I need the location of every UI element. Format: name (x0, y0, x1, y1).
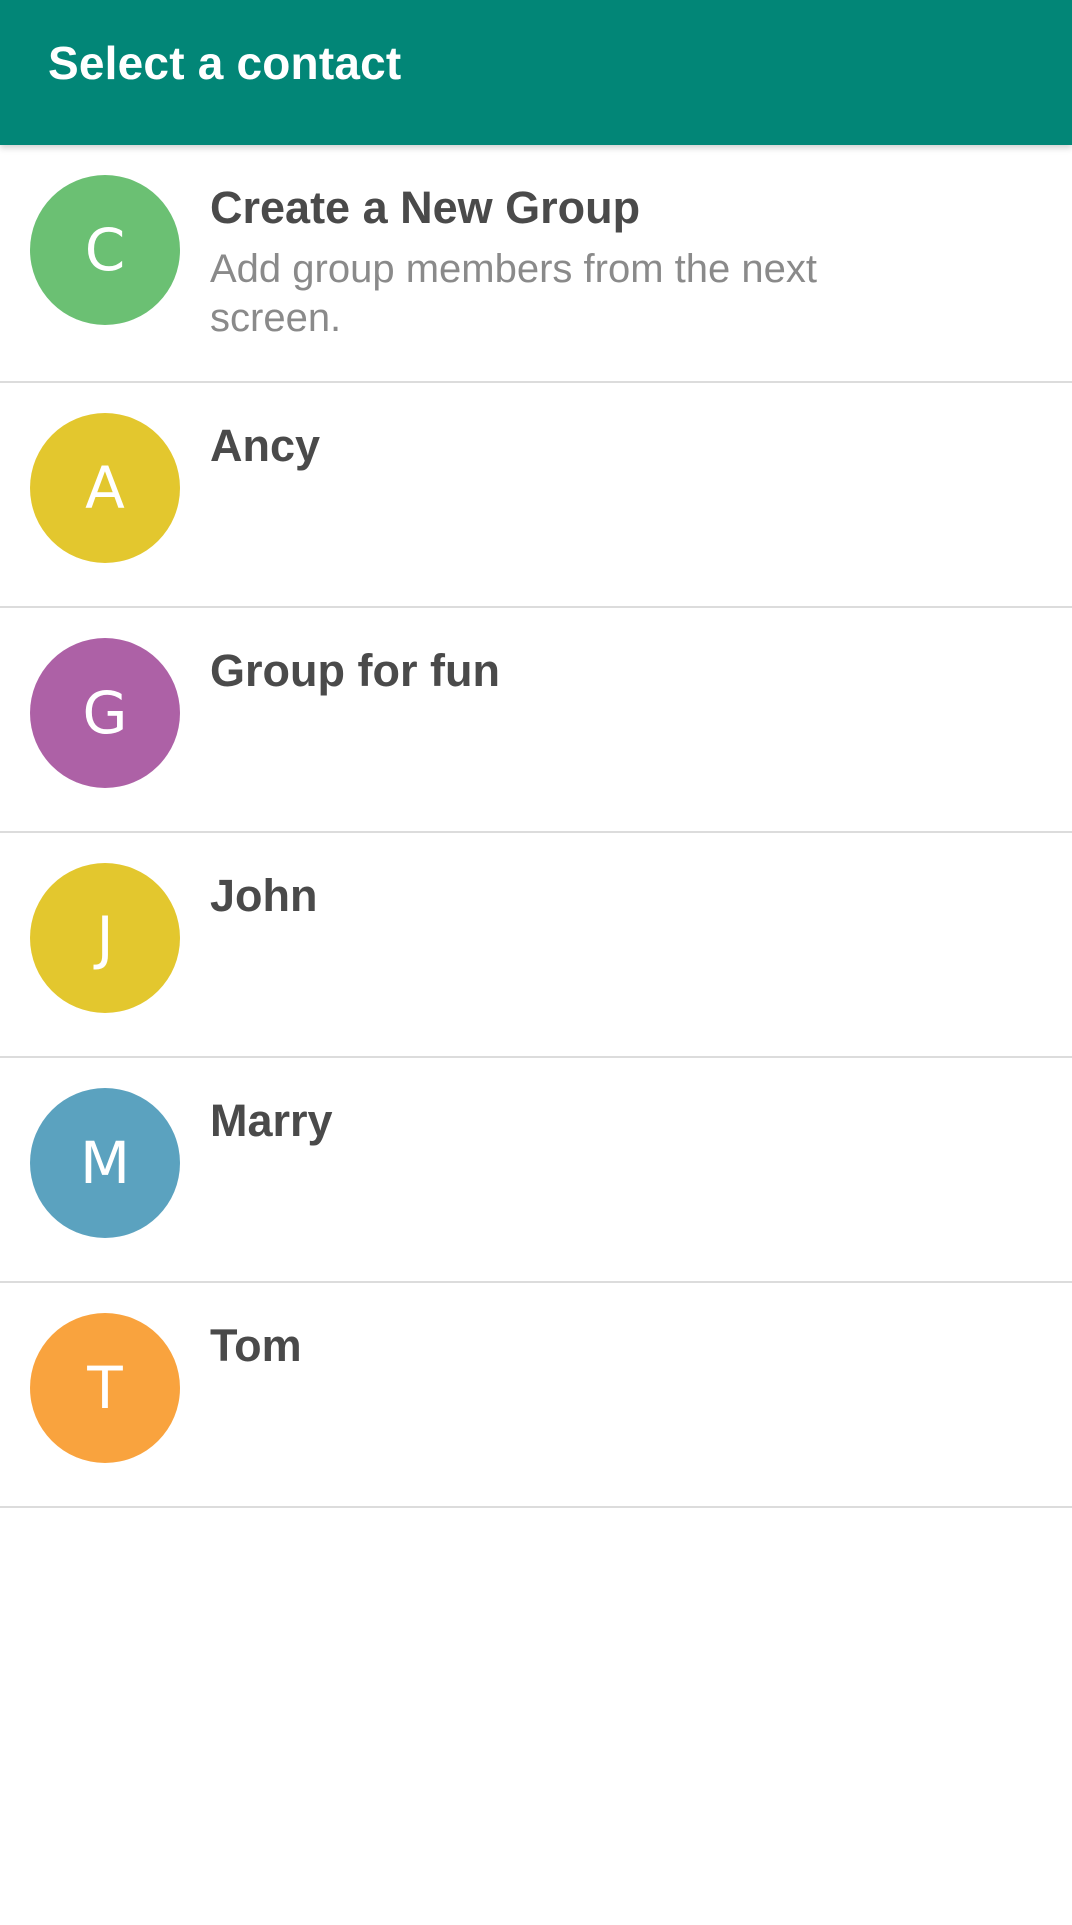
app-bar: Select a contact (0, 0, 1072, 145)
contact-text: Ancy (210, 419, 1032, 473)
select-contact-screen: Select a contact C Create a New Group Ad… (0, 0, 1072, 1925)
avatar-initial: C (84, 216, 126, 284)
contact-item-tom[interactable]: T Tom (0, 1283, 1072, 1508)
contact-item-ancy[interactable]: A Ancy (0, 383, 1072, 608)
avatar-initial: J (96, 904, 114, 972)
contact-text: Tom (210, 1319, 1032, 1373)
avatar: G (30, 638, 180, 788)
contact-name: Group for fun (210, 645, 500, 696)
contact-text: Marry (210, 1094, 1032, 1148)
contact-name: Marry (210, 1095, 333, 1146)
contact-item-marry[interactable]: M Marry (0, 1058, 1072, 1283)
contact-name: John (210, 870, 318, 921)
create-group-title: Create a New Group (210, 182, 641, 233)
contact-name: Ancy (210, 420, 321, 471)
contact-list: C Create a New Group Add group members f… (0, 145, 1072, 1508)
avatar: J (30, 863, 180, 1013)
avatar-initial: G (82, 679, 128, 747)
create-group-item[interactable]: C Create a New Group Add group members f… (0, 145, 1072, 383)
contact-item-john[interactable]: J John (0, 833, 1072, 1058)
avatar-initial: T (87, 1354, 123, 1422)
contact-text: Group for fun (210, 644, 1032, 698)
avatar: C (30, 175, 180, 325)
page-title: Select a contact (48, 36, 402, 89)
avatar-initial: A (85, 454, 125, 522)
contact-name: Tom (210, 1320, 302, 1371)
avatar-initial: M (79, 1129, 131, 1197)
contact-text: John (210, 869, 1032, 923)
create-group-subtitle: Add group members from the next screen. (210, 247, 817, 340)
create-group-text: Create a New Group Add group members fro… (210, 181, 1032, 343)
avatar: A (30, 413, 180, 563)
contact-item-group-for-fun[interactable]: G Group for fun (0, 608, 1072, 833)
avatar: T (30, 1313, 180, 1463)
avatar: M (30, 1088, 180, 1238)
